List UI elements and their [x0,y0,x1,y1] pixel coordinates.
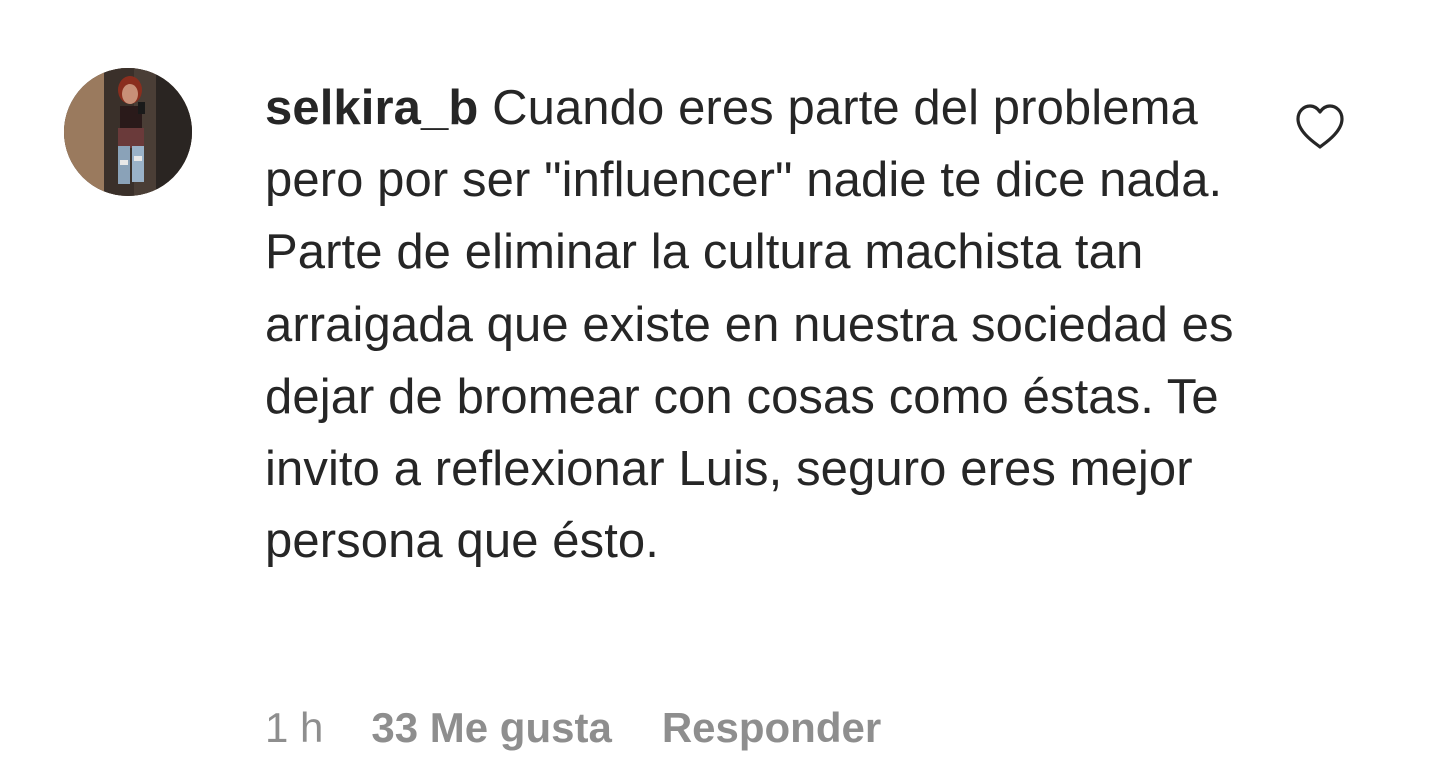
reply-button[interactable]: Responder [662,704,881,752]
username-link[interactable]: selkira_b [265,81,478,135]
comment-timestamp: 1 h [265,704,324,751]
comment-body: selkira_b Cuando eres parte del problema… [265,72,1245,577]
comment-item: selkira_b Cuando eres parte del problema… [0,0,1440,783]
avatar[interactable] [64,68,192,196]
heart-icon-graphic [1296,104,1344,149]
heart-outline-icon[interactable] [1294,103,1346,151]
comment-meta: 1 h 33 Me gusta Responder [265,700,881,756]
profile-photo-image [64,68,192,196]
likes-count-button[interactable]: 33 Me gusta [371,704,611,752]
comment-text: Cuando eres parte del problema pero por … [265,81,1234,569]
